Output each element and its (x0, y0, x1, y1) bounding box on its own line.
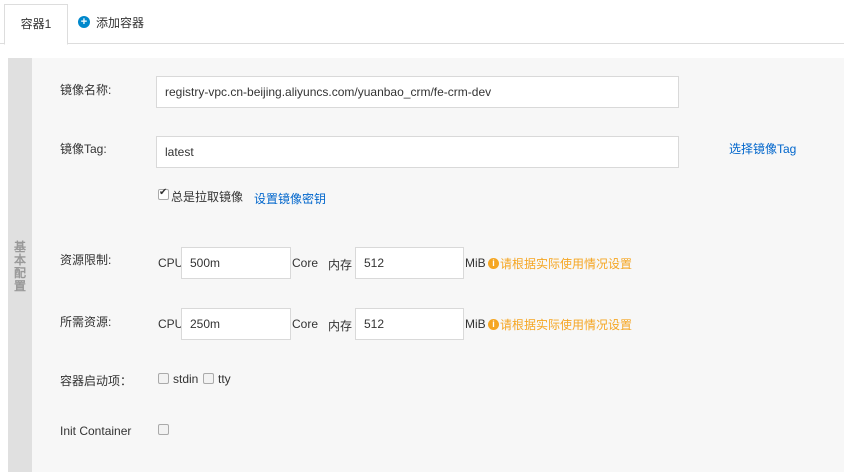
init-container-checkbox[interactable] (158, 424, 169, 435)
tab-container-1[interactable]: 容器1 (4, 4, 68, 45)
tty-checkbox[interactable] (203, 373, 214, 384)
image-tag-label: 镜像Tag: (60, 142, 107, 156)
always-pull-checkbox[interactable] (158, 187, 169, 200)
init-container-label: Init Container (60, 424, 132, 438)
resource-request-label: 所需资源: (60, 315, 112, 329)
request-mem-input[interactable]: 512 (355, 308, 464, 340)
container-tabs: 容器1 + 添加容器 (0, 0, 844, 45)
request-core-label: Core (292, 317, 319, 331)
limit-mem-label: 内存 (328, 258, 353, 272)
section-side-label: 基本配置 (8, 58, 32, 472)
add-container-label: 添加容器 (96, 15, 145, 30)
limit-hint: i 请根据实际使用情况设置 (488, 255, 632, 272)
always-pull-label: 总是拉取镜像 (171, 190, 244, 204)
image-name-label: 镜像名称: (60, 83, 112, 97)
add-container-button[interactable]: + 添加容器 (78, 12, 144, 32)
image-tag-input[interactable]: latest (156, 136, 679, 168)
resource-limit-label: 资源限制: (60, 253, 112, 267)
stdin-checkbox[interactable] (158, 373, 169, 384)
tty-label: tty (218, 372, 231, 386)
limit-cpu-label: CPU (158, 256, 184, 270)
select-image-tag-link[interactable]: 选择镜像Tag (729, 140, 796, 157)
limit-mib-label: MiB (465, 256, 486, 270)
stdin-label: stdin (173, 372, 199, 386)
request-mem-label: 内存 (328, 319, 353, 333)
limit-core-label: Core (292, 256, 319, 270)
plus-circle-icon: + (78, 16, 90, 28)
basic-config-panel: 基本配置 镜像名称: registry-vpc.cn-beijing.aliyu… (8, 58, 844, 472)
request-hint: i 请根据实际使用情况设置 (488, 316, 632, 333)
image-secret-link[interactable]: 设置镜像密钥 (254, 190, 326, 207)
request-cpu-label: CPU (158, 317, 184, 331)
startup-options-label: 容器启动项： (60, 374, 133, 388)
section-side-label-text: 基本配置 (13, 240, 26, 293)
info-circle-icon: i (488, 319, 499, 330)
limit-mem-input[interactable]: 512 (355, 247, 464, 279)
limit-hint-text: 请根据实际使用情况设置 (500, 257, 633, 271)
limit-cpu-input[interactable]: 500m (181, 247, 291, 279)
request-hint-text: 请根据实际使用情况设置 (500, 318, 633, 332)
image-name-input[interactable]: registry-vpc.cn-beijing.aliyuncs.com/yua… (156, 76, 679, 108)
info-circle-icon: i (488, 258, 499, 269)
request-mib-label: MiB (465, 317, 486, 331)
request-cpu-input[interactable]: 250m (181, 308, 291, 340)
